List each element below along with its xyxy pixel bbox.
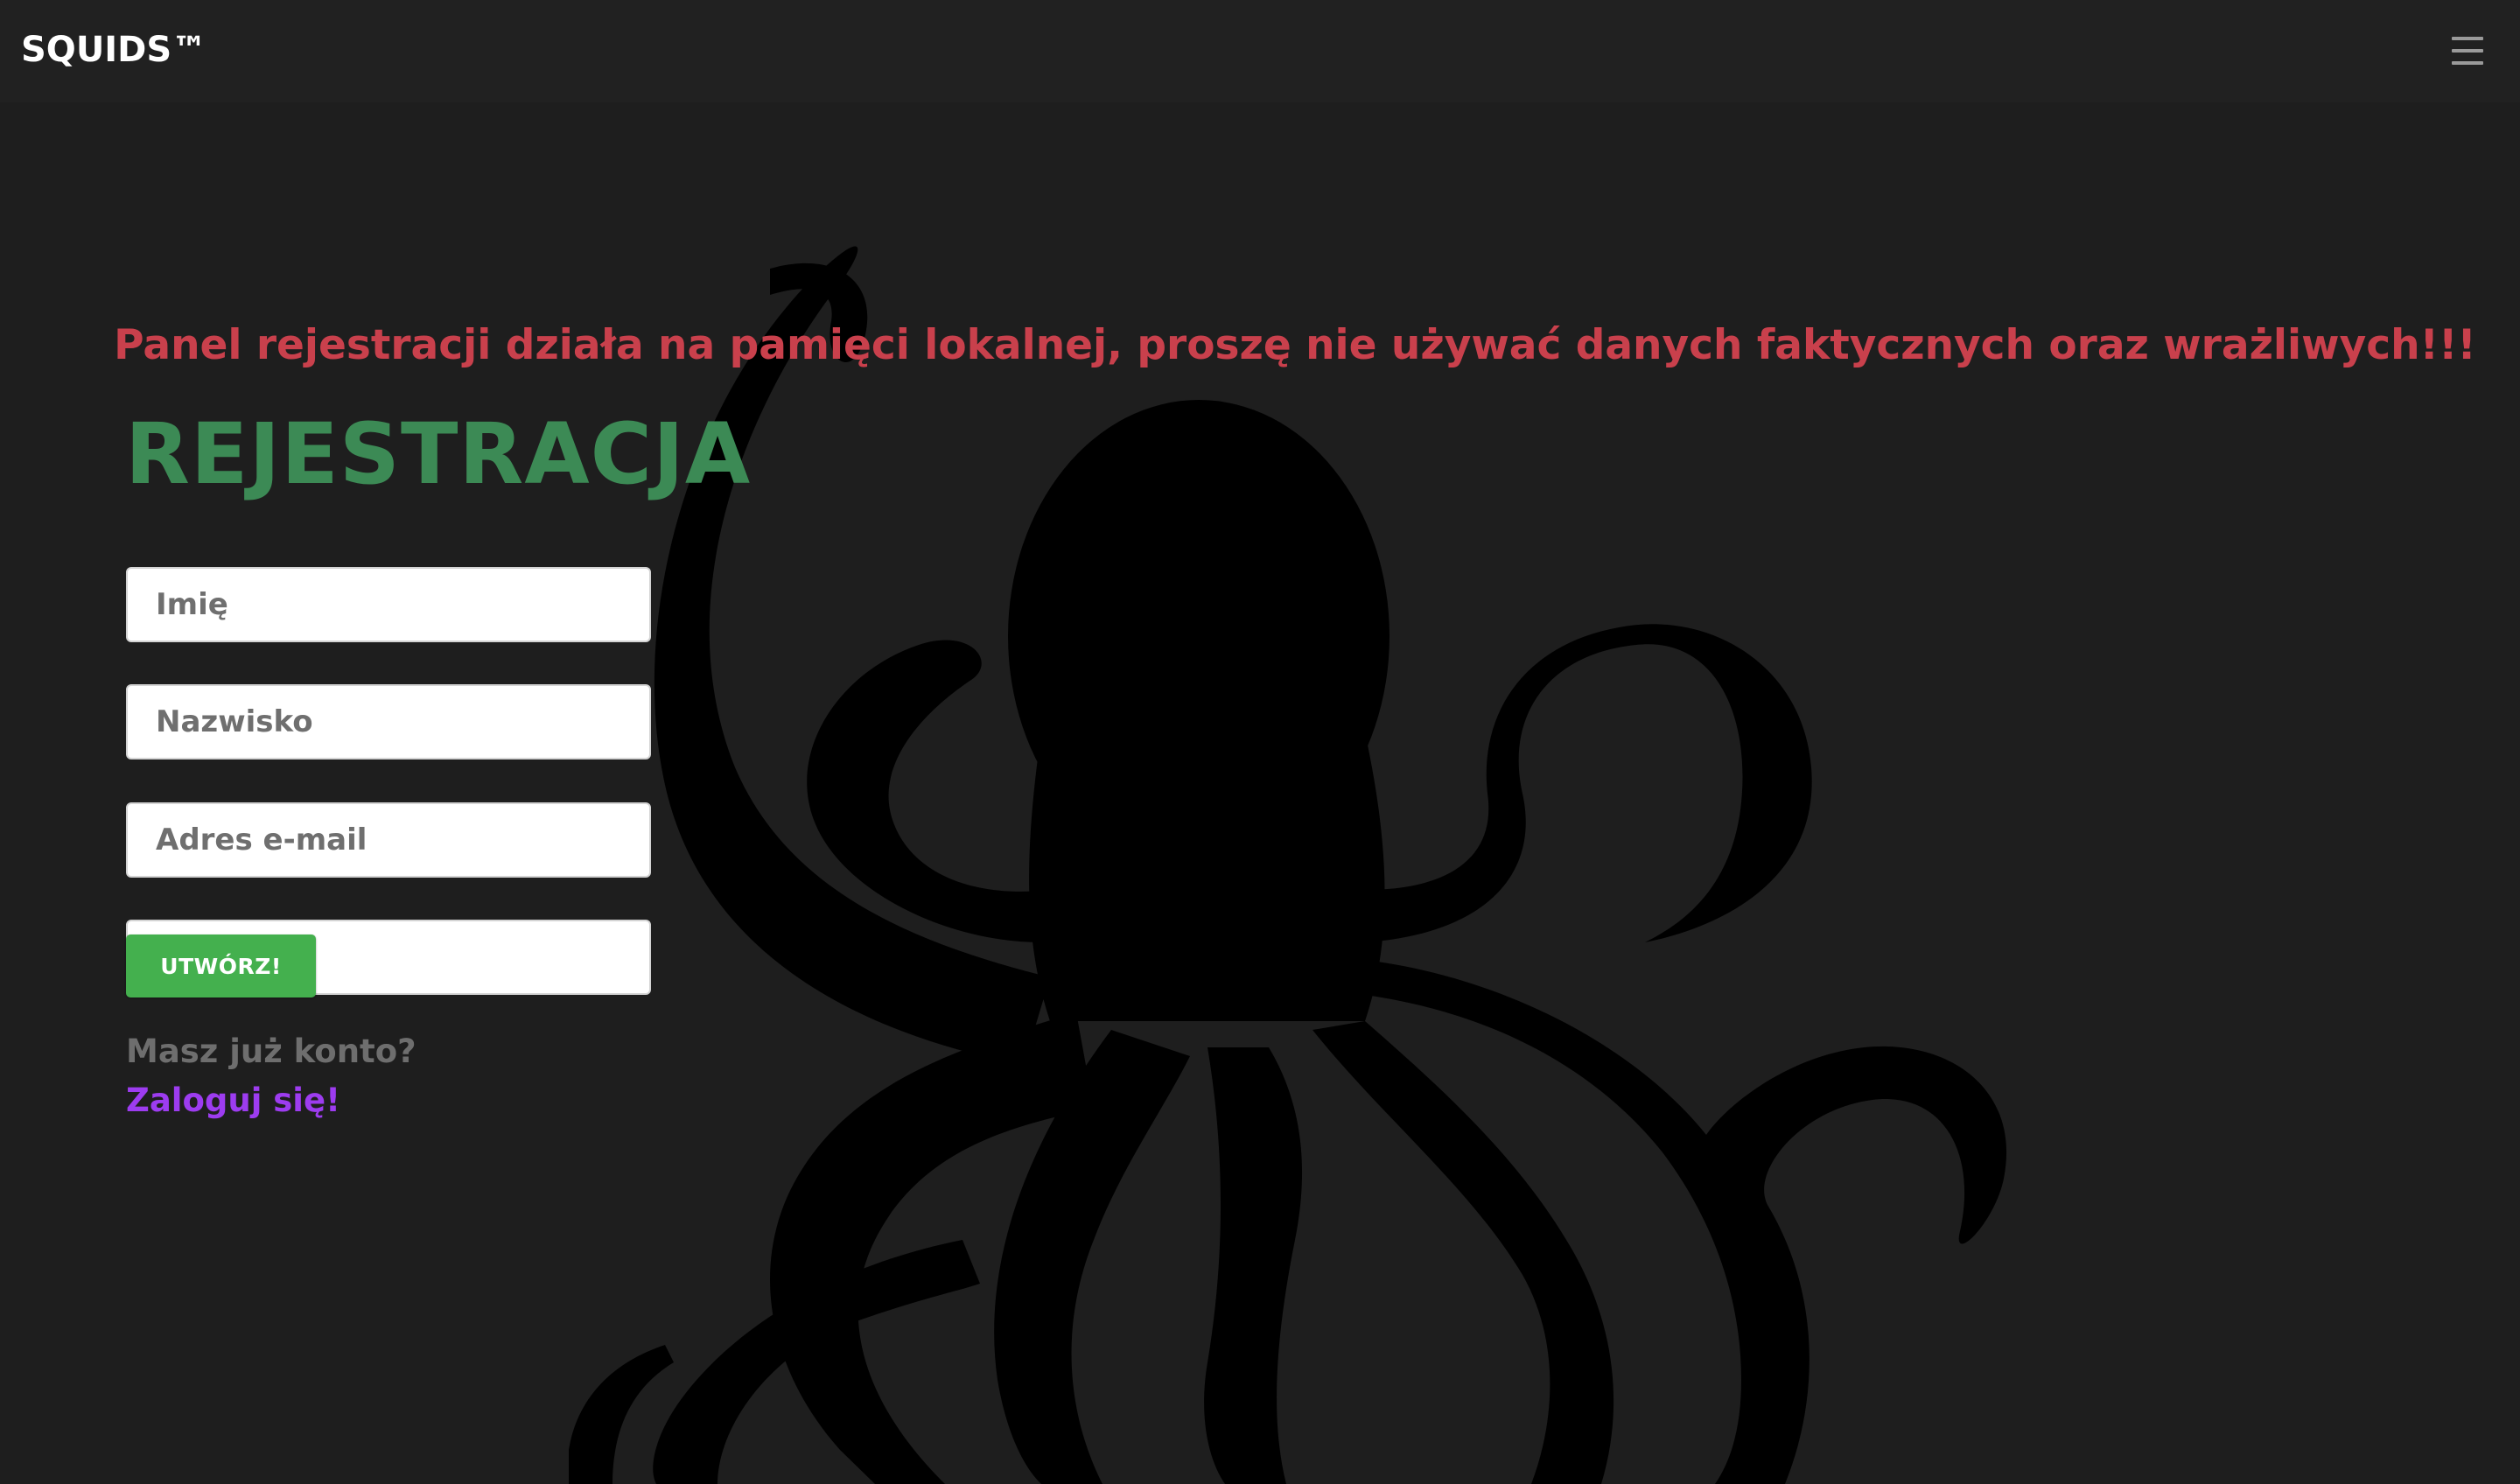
page-title: REJESTRACJA — [125, 405, 752, 503]
main-content: Panel rejestracji działa na pamięci loka… — [0, 102, 2520, 1484]
login-link[interactable]: Zaloguj się! — [126, 1082, 340, 1119]
brand-logo[interactable]: SQUIDS™ — [21, 30, 206, 70]
first-name-input[interactable] — [126, 567, 651, 642]
navbar: SQUIDS™ — [0, 0, 2520, 102]
last-name-input[interactable] — [126, 684, 651, 760]
email-input[interactable] — [126, 802, 651, 878]
create-account-button[interactable]: UTWÓRZ! — [126, 934, 316, 998]
octopus-silhouette-icon — [569, 246, 2007, 1484]
have-account-text: Masz już konto? — [126, 1032, 416, 1070]
hamburger-menu-icon[interactable] — [2452, 37, 2483, 65]
local-storage-warning: Panel rejestracji działa na pamięci loka… — [114, 321, 2476, 369]
